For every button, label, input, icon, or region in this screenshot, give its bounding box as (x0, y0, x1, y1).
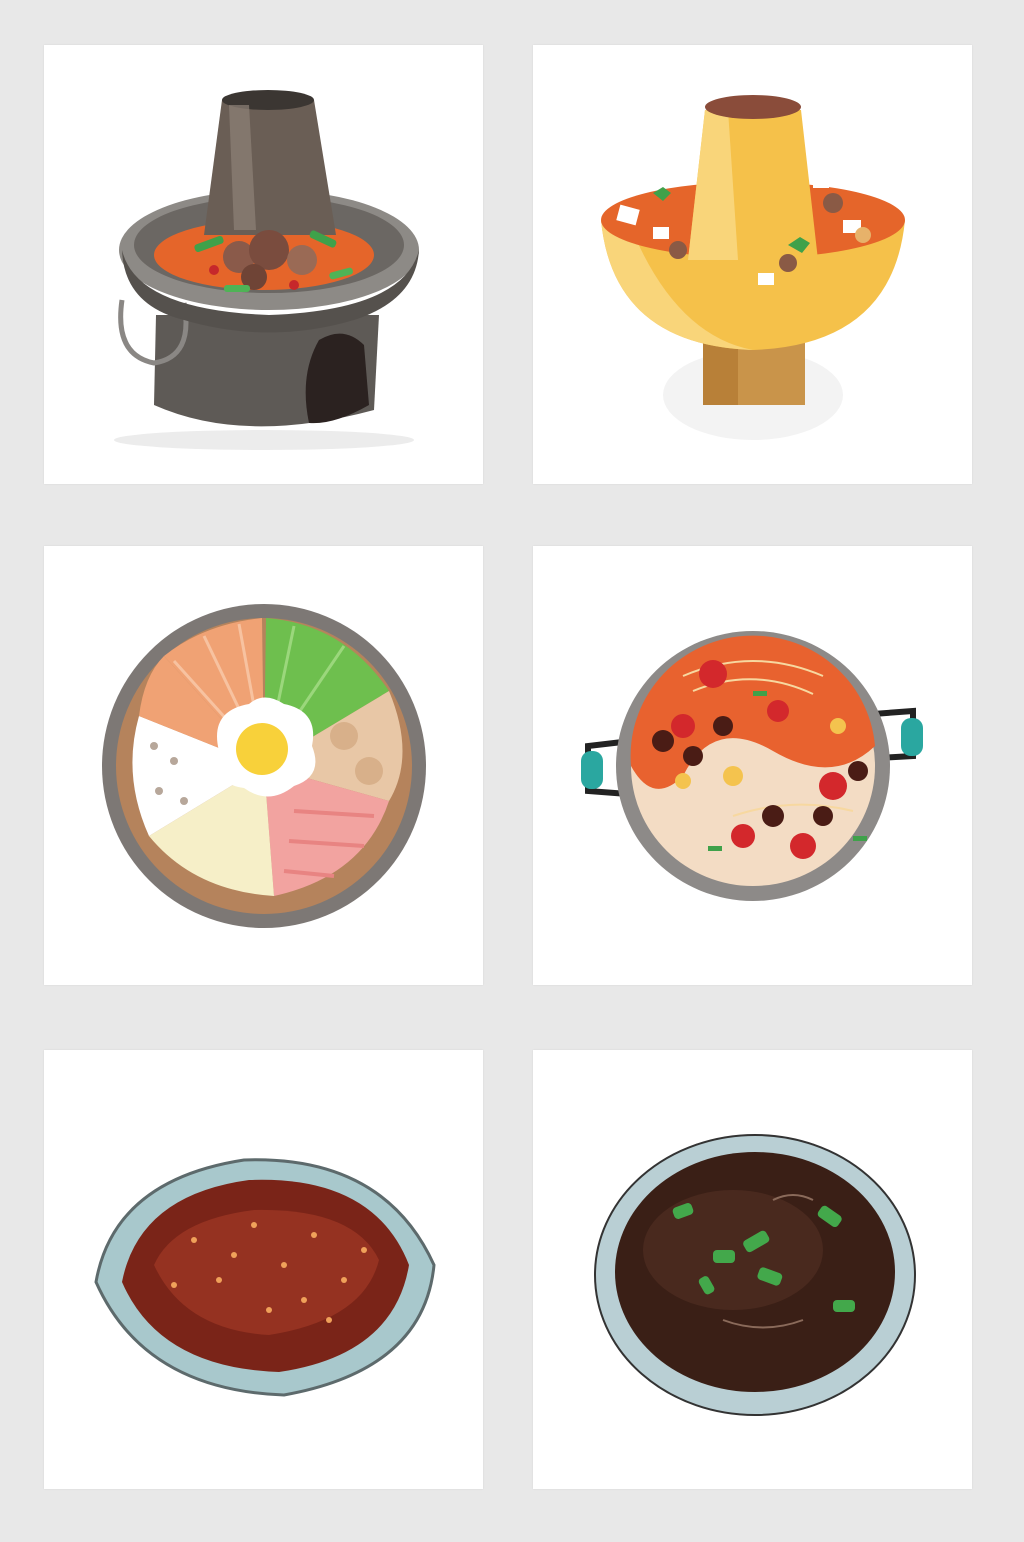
cartoon-hotpot-icon (601, 95, 905, 440)
gallery-card-soy-sauce[interactable] (533, 1050, 972, 1489)
gallery-card-copper-hotpot[interactable] (44, 45, 483, 484)
gallery-card-yuanyang-hotpot[interactable] (533, 546, 972, 985)
yuanyang-hotpot-icon (581, 631, 923, 901)
bibimbap-bowl-icon (102, 604, 426, 928)
illustration-sheet: { "gallery": { "items": [ {"icon": "copp… (0, 0, 1024, 1542)
soy-sauce-dish-icon (594, 1134, 916, 1416)
gallery-card-bibimbap[interactable] (44, 546, 483, 985)
gallery-card-chili-sauce[interactable] (44, 1050, 483, 1489)
copper-hotpot-icon (114, 90, 419, 450)
gallery-card-cartoon-hotpot[interactable] (533, 45, 972, 484)
chili-sauce-dish-icon (94, 1158, 436, 1397)
